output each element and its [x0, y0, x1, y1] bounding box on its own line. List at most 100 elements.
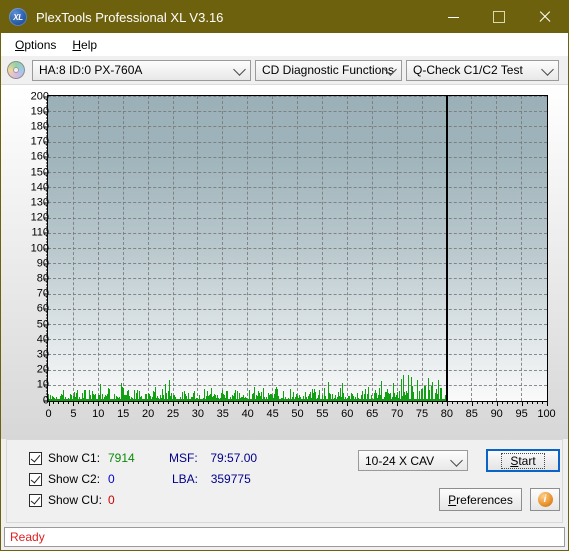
y-axis-minor-tick [46, 254, 48, 256]
x-axis-tick [123, 401, 125, 406]
x-axis-minor-tick [252, 401, 254, 404]
show-c1-checkbox[interactable] [29, 451, 42, 465]
x-axis-minor-tick [536, 401, 538, 404]
menu-bar: Options Help [1, 33, 568, 56]
drive-select-value: HA:8 ID:0 PX-760A [39, 63, 143, 77]
x-axis-tick [521, 401, 523, 406]
y-axis-minor-tick [46, 123, 48, 125]
x-axis-minor-tick [327, 401, 329, 404]
x-axis-tick-label: 85 [465, 408, 478, 420]
y-axis-minor-tick [46, 147, 48, 149]
x-axis-minor-tick [78, 401, 80, 404]
minimize-button[interactable] [430, 1, 476, 33]
y-axis-minor-tick [46, 165, 48, 167]
y-axis-minor-tick [46, 378, 48, 380]
y-axis-minor-tick [46, 132, 48, 134]
x-axis-minor-tick [237, 401, 239, 404]
y-axis-tick-label: 10 [36, 378, 49, 391]
x-axis-minor-tick [476, 401, 478, 404]
x-axis-minor-tick [68, 401, 70, 404]
x-axis-minor-tick [506, 401, 508, 404]
x-axis-minor-tick [277, 401, 279, 404]
menu-item-help[interactable]: Help [64, 36, 105, 54]
show-c2-checkbox[interactable] [29, 472, 42, 486]
y-axis-minor-tick [46, 114, 48, 116]
y-axis-minor-tick [46, 181, 48, 183]
menu-item-help-label: elp [81, 37, 98, 52]
x-axis-minor-tick [392, 401, 394, 404]
maximize-button[interactable] [476, 1, 522, 33]
y-axis-minor-tick [46, 193, 48, 195]
y-axis-minor-tick [46, 238, 48, 240]
test-select[interactable]: Q-Check C1/C2 Test [406, 59, 559, 81]
x-axis-minor-tick [58, 401, 60, 404]
menu-item-options[interactable]: Options [7, 36, 64, 54]
y-axis-tick-label: 110 [31, 226, 49, 239]
x-axis-tick [73, 401, 75, 406]
y-axis-minor-tick [46, 296, 48, 298]
x-axis-minor-tick [412, 401, 414, 404]
x-axis-tick-label: 10 [92, 408, 105, 420]
y-axis-tick [44, 248, 48, 249]
start-button[interactable]: Start [486, 449, 560, 472]
show-c1-row[interactable]: Show C1: 7914 [29, 451, 135, 465]
close-button[interactable] [522, 1, 568, 33]
x-axis-minor-tick [202, 401, 204, 404]
y-axis-tick [44, 263, 48, 265]
x-axis-minor-tick [312, 401, 314, 404]
x-axis-tick-label: 50 [291, 408, 304, 420]
y-axis-minor-tick [46, 144, 48, 146]
show-c2-row[interactable]: Show C2: 0 [29, 472, 115, 486]
x-axis-minor-tick [227, 401, 229, 404]
x-axis-minor-tick [382, 401, 384, 404]
y-axis-minor-tick [46, 387, 48, 389]
x-axis-minor-tick [377, 401, 379, 404]
x-axis-minor-tick [402, 401, 404, 404]
y-axis-tick-label: 130 [30, 196, 49, 209]
y-axis-tick [44, 278, 48, 280]
x-axis-minor-tick [342, 401, 344, 404]
x-axis-minor-tick [217, 401, 219, 404]
show-cu-checkbox[interactable] [29, 493, 42, 507]
x-axis-tick-label: 95 [515, 408, 528, 420]
y-axis-tick-label: 90 [36, 257, 49, 270]
y-axis-minor-tick [46, 305, 48, 307]
show-cu-label: Show CU: [48, 493, 103, 507]
speed-select[interactable]: 10-24 X CAV [358, 450, 468, 471]
x-axis-tick [496, 401, 498, 406]
start-button-label: tart [518, 453, 536, 468]
y-axis-tick [44, 293, 48, 295]
function-select[interactable]: CD Diagnostic Functions [255, 59, 402, 81]
x-axis-tick-label: 45 [266, 408, 279, 420]
show-cu-row[interactable]: Show CU: 0 [29, 493, 115, 507]
y-axis-minor-tick [46, 150, 48, 152]
x-axis-minor-tick [332, 401, 334, 404]
y-axis-tick-label: 30 [36, 348, 49, 361]
x-axis-minor-tick [108, 401, 110, 404]
y-axis-minor-tick [46, 205, 48, 207]
x-axis-minor-tick [407, 401, 409, 404]
x-axis-minor-tick [501, 401, 503, 404]
x-axis-minor-tick [486, 401, 488, 404]
x-axis-minor-tick [187, 401, 189, 404]
x-axis-minor-tick [53, 401, 55, 404]
info-button[interactable]: i [530, 488, 560, 511]
drive-select[interactable]: HA:8 ID:0 PX-760A [32, 59, 251, 81]
y-axis-minor-tick [46, 223, 48, 225]
y-axis-minor-tick [46, 99, 48, 101]
x-axis-minor-tick [451, 401, 453, 404]
test-select-value: Q-Check C1/C2 Test [413, 63, 523, 77]
x-axis-minor-tick [307, 401, 309, 404]
x-axis-minor-tick [362, 401, 364, 404]
preferences-button[interactable]: Preferences [439, 488, 522, 511]
y-axis-minor-tick [46, 375, 48, 377]
y-axis-minor-tick [46, 226, 48, 228]
status-text: Ready [10, 530, 45, 544]
plot-canvas[interactable] [47, 95, 548, 402]
x-axis-minor-tick [436, 401, 438, 404]
y-axis-minor-tick [46, 372, 48, 374]
x-axis-tick-label: 30 [191, 408, 205, 420]
y-axis-minor-tick [46, 168, 48, 170]
x-axis-minor-tick [103, 401, 105, 404]
x-axis-minor-tick [441, 401, 443, 404]
